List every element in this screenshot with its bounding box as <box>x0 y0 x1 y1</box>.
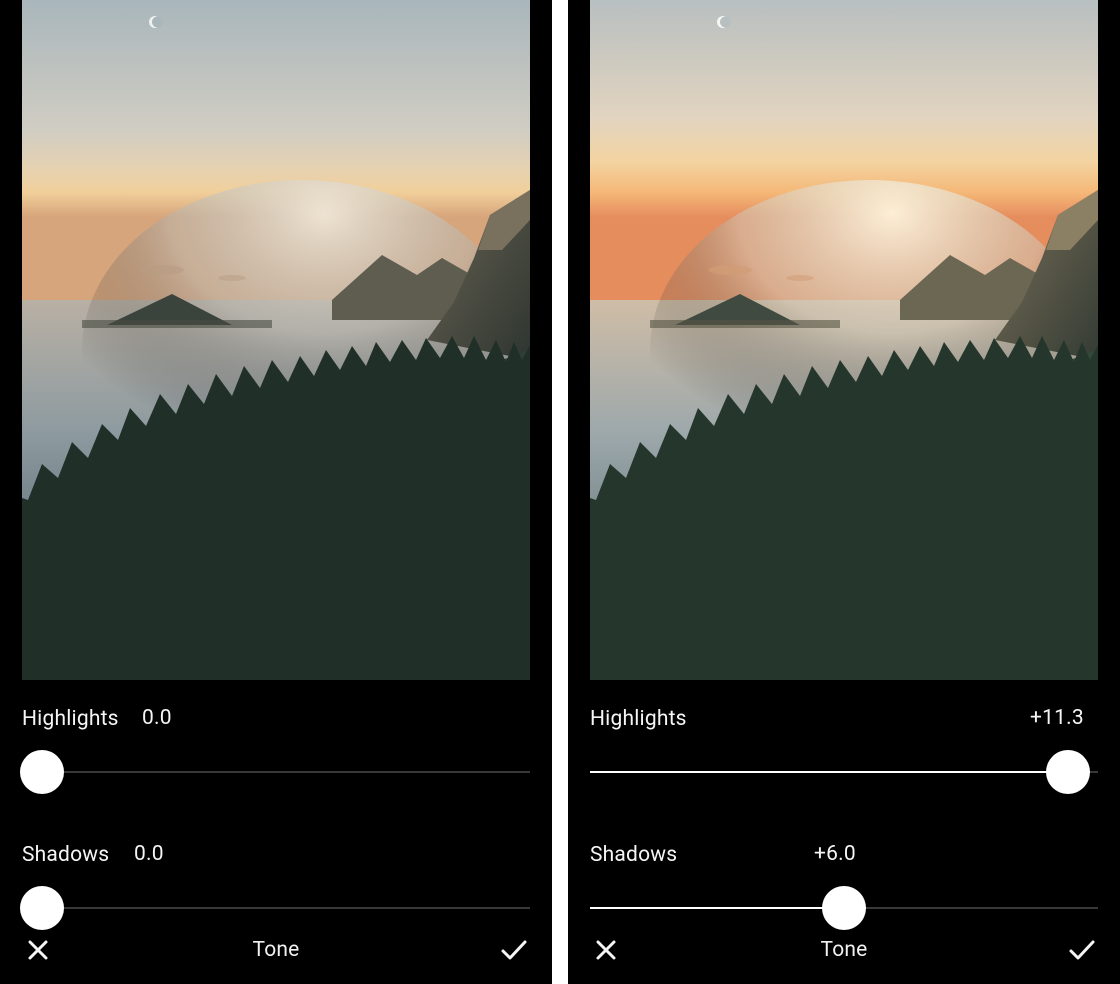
shadows-label: Shadows <box>590 843 677 867</box>
highlights-label: Highlights <box>590 707 687 731</box>
close-icon <box>594 938 618 962</box>
highlights-slider[interactable] <box>590 750 1098 794</box>
bottom-bar: Tone <box>0 934 552 966</box>
shadows-label: Shadows <box>22 843 109 867</box>
shadows-slider[interactable] <box>22 886 530 930</box>
slider-track-filled <box>590 907 844 909</box>
bottom-bar: Tone <box>568 934 1120 966</box>
landscape-illustration <box>590 0 1098 680</box>
preview-image <box>568 0 1120 680</box>
highlights-slider-block: Highlights 0.0 <box>22 706 530 794</box>
shadows-value: 0.0 <box>134 842 164 866</box>
highlights-slider[interactable] <box>22 750 530 794</box>
highlights-label: Highlights <box>22 707 119 731</box>
shadows-slider-block: Shadows 0.0 <box>22 842 530 930</box>
slider-thumb[interactable] <box>20 886 64 930</box>
check-icon <box>500 938 528 962</box>
close-icon <box>26 938 50 962</box>
highlights-value: 0.0 <box>142 706 172 730</box>
cancel-button[interactable] <box>590 934 622 966</box>
landscape-illustration <box>22 0 530 680</box>
shadows-slider-block: Shadows +6.0 <box>590 842 1098 930</box>
confirm-button[interactable] <box>1066 934 1098 966</box>
tool-title: Tone <box>820 938 867 962</box>
slider-thumb[interactable] <box>20 750 64 794</box>
slider-thumb[interactable] <box>822 886 866 930</box>
highlights-slider-block: Highlights +11.3 <box>590 706 1098 794</box>
shadows-value: +6.0 <box>814 842 856 866</box>
cancel-button[interactable] <box>22 934 54 966</box>
preview-image <box>0 0 552 680</box>
editor-panel-before: Highlights 0.0 Shadows 0.0 <box>0 0 552 984</box>
highlights-value: +11.3 <box>1030 706 1084 730</box>
slider-track <box>22 908 530 909</box>
editor-panel-after: Highlights +11.3 Shadows +6.0 <box>568 0 1120 984</box>
slider-thumb[interactable] <box>1046 750 1090 794</box>
confirm-button[interactable] <box>498 934 530 966</box>
tool-title: Tone <box>252 938 299 962</box>
check-icon <box>1068 938 1096 962</box>
slider-track-filled <box>590 771 1068 773</box>
slider-track <box>22 772 530 773</box>
shadows-slider[interactable] <box>590 886 1098 930</box>
